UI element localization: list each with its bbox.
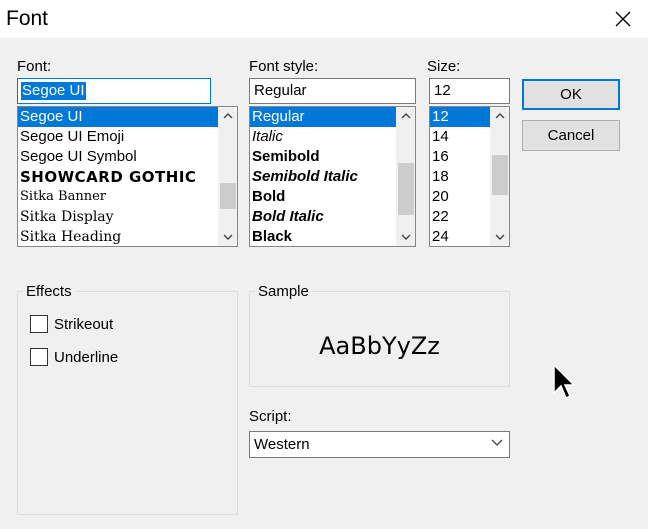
size-label: Size: <box>427 58 461 75</box>
size-list[interactable]: 12 14 16 18 20 22 24 <box>429 106 510 247</box>
font-list-item[interactable]: Sitka Heading <box>18 227 219 246</box>
font-style-input[interactable]: Regular <box>249 78 416 104</box>
strikeout-label: Strikeout <box>54 315 114 333</box>
size-value: 12 <box>434 82 451 99</box>
size-list-item[interactable]: 12 <box>430 107 491 127</box>
underline-label: Underline <box>54 348 119 366</box>
strikeout-checkbox[interactable]: Strikeout <box>30 315 113 333</box>
size-list-scrollbar[interactable] <box>490 107 509 246</box>
font-style-list[interactable]: Regular Italic Semibold Semibold Italic … <box>249 106 416 247</box>
size-list-item[interactable]: 16 <box>430 147 491 167</box>
script-label: Script: <box>249 408 292 425</box>
font-list-item[interactable]: Sitka Display <box>18 207 219 227</box>
font-list-item[interactable]: Segoe UI Emoji <box>18 127 219 147</box>
size-input[interactable]: 12 <box>429 78 510 104</box>
chevron-up-icon[interactable] <box>219 107 237 125</box>
style-list-item[interactable]: Semibold Italic <box>250 167 397 187</box>
close-button[interactable] <box>598 0 648 38</box>
size-list-item[interactable]: 24 <box>430 227 491 246</box>
font-list-item[interactable]: Sitka Banner <box>18 187 219 207</box>
script-value: Western <box>254 436 310 453</box>
size-list-item[interactable]: 22 <box>430 207 491 227</box>
size-list-item[interactable]: 18 <box>430 167 491 187</box>
underline-checkbox[interactable]: Underline <box>30 348 118 366</box>
font-list-item[interactable]: SHOWCARD GOTHIC <box>18 167 219 187</box>
effects-label: Effects <box>23 283 75 300</box>
font-list-scrollbar[interactable] <box>218 107 237 246</box>
chevron-down-icon[interactable] <box>219 228 237 246</box>
font-list-item[interactable]: Segoe UI Symbol <box>18 147 219 167</box>
close-icon <box>615 11 631 27</box>
chevron-down-icon[interactable] <box>491 228 509 246</box>
style-list-item[interactable]: Black <box>250 227 397 246</box>
style-list-item[interactable]: Bold <box>250 187 397 207</box>
sample-text: AaBbYyZz <box>319 332 440 360</box>
font-name-input[interactable]: Segoe UI <box>17 78 211 104</box>
sample-label: Sample <box>255 283 312 300</box>
checkbox-box[interactable] <box>30 315 48 333</box>
chevron-down-icon <box>491 439 503 446</box>
style-list-item[interactable]: Regular <box>250 107 397 127</box>
font-style-label: Font style: <box>249 58 319 75</box>
dialog-title: Font <box>6 7 49 30</box>
mouse-cursor-icon <box>553 364 575 400</box>
ok-button[interactable]: OK <box>522 79 620 110</box>
font-style-value: Regular <box>254 82 307 99</box>
title-bar: Font <box>0 0 648 38</box>
checkbox-box[interactable] <box>30 348 48 366</box>
cancel-button[interactable]: Cancel <box>522 120 620 151</box>
size-list-item[interactable]: 14 <box>430 127 491 147</box>
font-name-value: Segoe UI <box>21 82 86 100</box>
script-dropdown[interactable]: Western <box>249 431 510 458</box>
chevron-up-icon[interactable] <box>491 107 509 125</box>
size-list-item[interactable]: 20 <box>430 187 491 207</box>
font-label: Font: <box>17 58 52 75</box>
chevron-down-icon[interactable] <box>397 228 415 246</box>
scroll-thumb[interactable] <box>398 163 414 215</box>
font-list[interactable]: Segoe UI Segoe UI Emoji Segoe UI Symbol … <box>17 106 238 247</box>
scroll-thumb[interactable] <box>220 183 236 209</box>
chevron-up-icon[interactable] <box>397 107 415 125</box>
sample-group: AaBbYyZz <box>249 291 510 387</box>
style-list-item[interactable]: Bold Italic <box>250 207 397 227</box>
style-list-scrollbar[interactable] <box>396 107 415 246</box>
style-list-item[interactable]: Italic <box>250 127 397 147</box>
style-list-item[interactable]: Semibold <box>250 147 397 167</box>
font-list-item[interactable]: Segoe UI <box>18 107 219 127</box>
scroll-thumb[interactable] <box>492 155 508 195</box>
